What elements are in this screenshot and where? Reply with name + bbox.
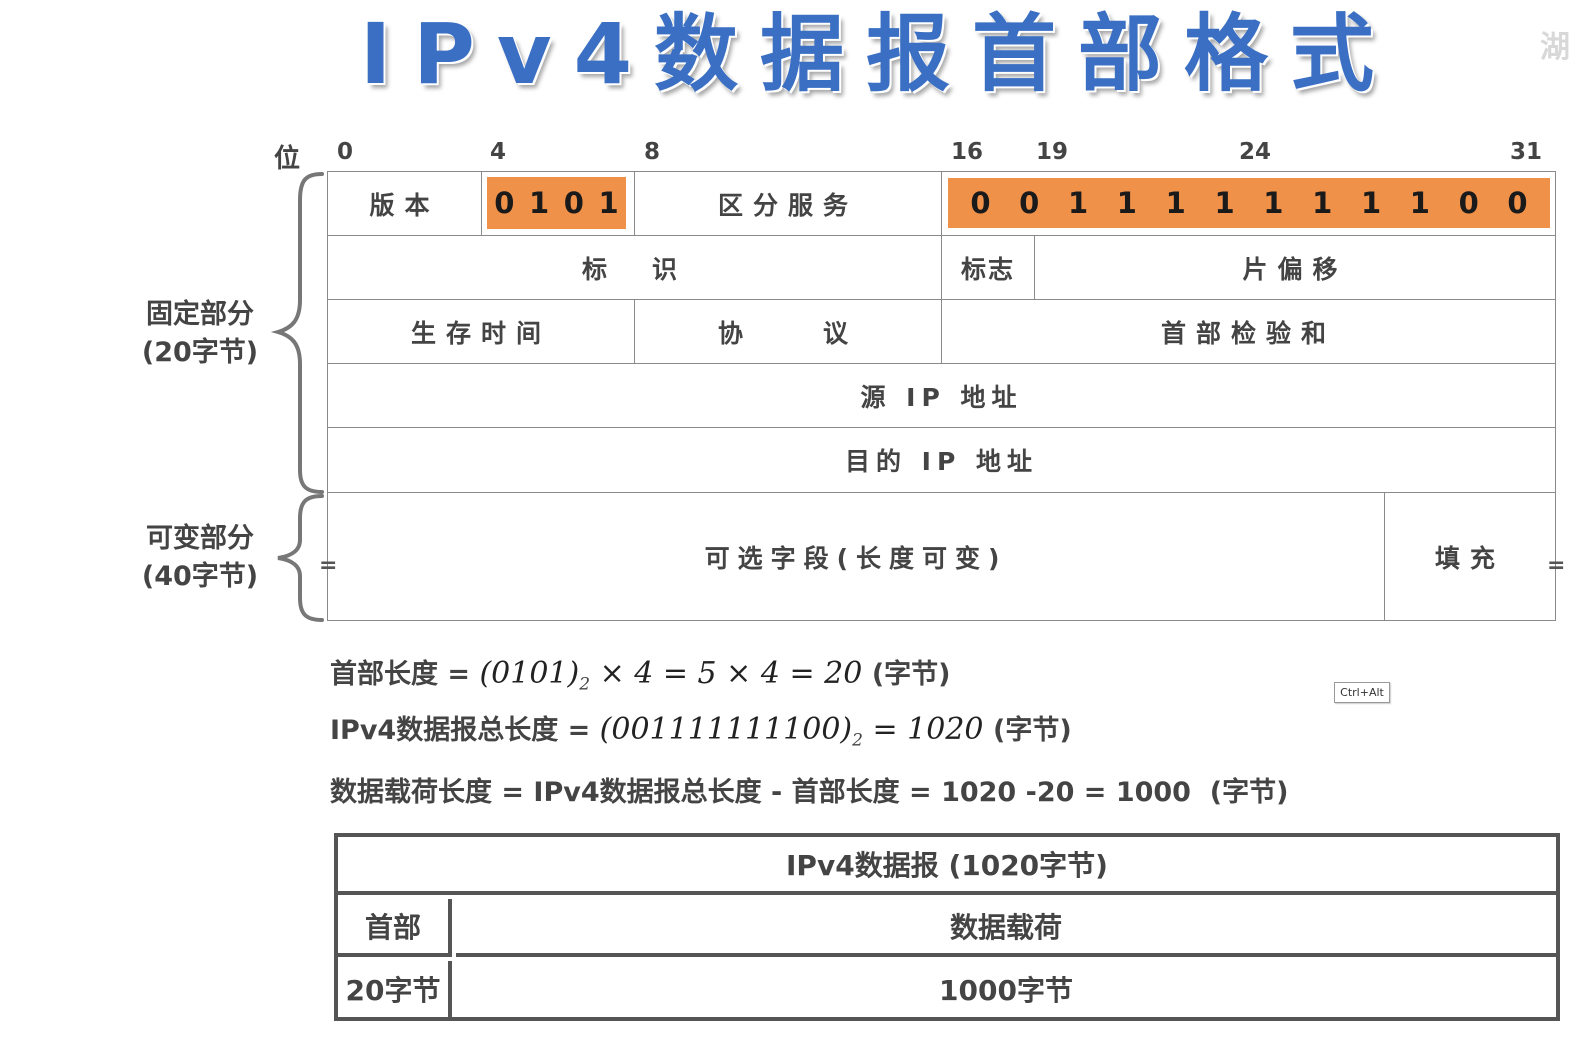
header-size-cell: 20字节: [338, 961, 452, 1017]
total-length-formula: IPv4数据报总长度 = (001111111100)2 = 1020 (字节): [330, 712, 1072, 751]
bit-tick-0: 0: [337, 139, 354, 165]
protocol-field: 协 议: [634, 299, 942, 364]
bit-tick-19: 19: [1036, 139, 1069, 165]
variable-part-label: 可变部分 (40字节): [141, 523, 259, 592]
payload-cell: 数据载荷: [456, 899, 1556, 957]
bit-tick-24: 24: [1239, 139, 1272, 165]
header-cell: 首部: [338, 899, 452, 957]
break-mark-right: =: [1547, 553, 1566, 578]
header-length-bits: 0 1 0 1: [487, 177, 626, 229]
datagram-total-cell: IPv4数据报 (1020字节): [338, 837, 1556, 895]
payload-length-formula: 数据载荷长度 = IPv4数据报总长度 - 首部长度 = 1020 -20 = …: [330, 777, 1289, 808]
bit-tick-16: 16: [951, 139, 984, 165]
fragment-offset-field: 片偏移: [1034, 235, 1556, 300]
total-length-field: 0 0 1 1 1 1 1 1 1 1 0 0: [941, 171, 1556, 236]
bit-tick-8: 8: [644, 139, 661, 165]
bit-tick-4: 4: [490, 139, 507, 165]
keyboard-shortcut-tooltip: Ctrl+Alt: [1334, 682, 1390, 703]
fixed-part-label: 固定部分 (20字节): [141, 299, 259, 368]
bit-tick-31: 31: [1510, 139, 1543, 165]
watermark: 湖: [1540, 30, 1570, 65]
flags-field: 标志: [941, 235, 1035, 300]
padding-field: 填充: [1384, 492, 1556, 621]
datagram-composition-table: IPv4数据报 (1020字节) 首部 数据载荷 20字节 1000字节: [334, 833, 1560, 1021]
options-field: 可选字段(长度可变): [327, 492, 1385, 621]
dscp-field: 区分服务: [634, 171, 942, 236]
destination-ip-field: 目的 IP 地址: [327, 427, 1556, 493]
version-field: 版本: [327, 171, 482, 236]
ttl-field: 生存时间: [327, 299, 635, 364]
break-mark-left: =: [319, 553, 338, 578]
header-length-field: 0 1 0 1: [481, 171, 635, 236]
source-ip-field: 源 IP 地址: [327, 363, 1556, 428]
page-title: IPv4数据报首部格式: [360, 5, 1397, 103]
total-length-bits: 0 0 1 1 1 1 1 1 1 1 0 0: [948, 178, 1550, 228]
header-checksum-field: 首部检验和: [941, 299, 1556, 364]
header-length-formula: 首部长度 = (0101)2 × 4 = 5 × 4 = 20 (字节): [330, 656, 951, 695]
identification-field: 标 识: [327, 235, 942, 300]
payload-size-cell: 1000字节: [939, 974, 1073, 1007]
